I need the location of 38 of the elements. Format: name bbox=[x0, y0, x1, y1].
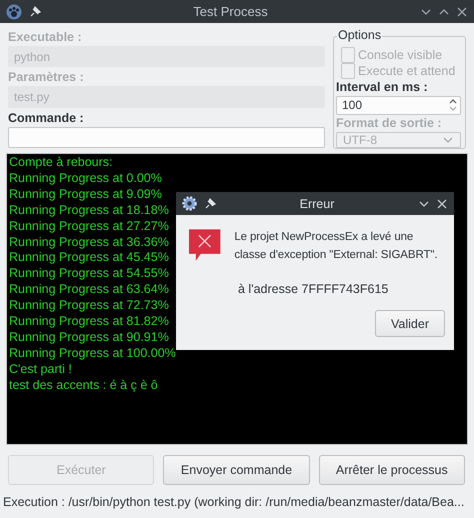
action-button[interactable]: Arrêter le processus bbox=[318, 455, 465, 485]
field-label: Executable : bbox=[8, 29, 83, 46]
console-line: test des accents : é à ç è ô bbox=[9, 378, 158, 394]
pin-icon[interactable] bbox=[28, 5, 41, 18]
field-label: Commande : bbox=[8, 110, 85, 127]
spin-box[interactable]: 100 bbox=[336, 96, 461, 115]
window-title: Test Process bbox=[192, 4, 269, 19]
console-line: Running Progress at 9.09% bbox=[9, 186, 162, 203]
error-address: à l'adresse 7FFFF743F615 bbox=[238, 282, 390, 296]
action-button[interactable]: Envoyer commande bbox=[163, 455, 310, 485]
console-line: Running Progress at 54.55% bbox=[9, 266, 169, 282]
console-line: Running Progress at 18.18% bbox=[9, 202, 169, 219]
console-line: Running Progress at 36.36% bbox=[9, 234, 169, 250]
close-icon[interactable] bbox=[456, 6, 468, 18]
status-text: Execution : /usr/bin/python test.py (working dir: /run/media/beanzmaster/data/Bea... bbox=[3, 495, 464, 509]
group-title: Options bbox=[337, 28, 382, 42]
close-icon[interactable] bbox=[436, 198, 448, 210]
gear-icon bbox=[182, 196, 197, 211]
console-line: Running Progress at 63.64% bbox=[9, 282, 169, 298]
text-field[interactable] bbox=[8, 126, 325, 148]
number-input[interactable]: 100 bbox=[337, 98, 448, 112]
field-label: Format de sortie : bbox=[336, 114, 443, 132]
console-line: Running Progress at 72.73% bbox=[9, 298, 169, 314]
console-line: Running Progress at 90.91% bbox=[9, 330, 169, 346]
pin-icon[interactable] bbox=[203, 197, 216, 210]
dialog-title: Erreur bbox=[298, 196, 336, 210]
paw-icon bbox=[6, 4, 22, 20]
console-line: Running Progress at 0.00% bbox=[9, 170, 162, 187]
field-label: Interval en ms : bbox=[336, 79, 429, 96]
console-line: Running Progress at 81.82% bbox=[9, 314, 169, 330]
field-label: Paramètres : bbox=[8, 69, 85, 86]
console-line: Running Progress at 27.27% bbox=[9, 218, 169, 235]
valider-button[interactable]: Valider bbox=[375, 310, 445, 337]
console-line: Compte à rebours: bbox=[9, 155, 113, 171]
console-line: Running Progress at 100.00% bbox=[9, 346, 176, 362]
error-message: Le projet NewProcessEx a levé une classe d'exception "External: SIGABRT". bbox=[234, 230, 438, 263]
console-line: C'est parti ! bbox=[9, 362, 72, 378]
console-line: Running Progress at 45.45% bbox=[9, 250, 169, 266]
